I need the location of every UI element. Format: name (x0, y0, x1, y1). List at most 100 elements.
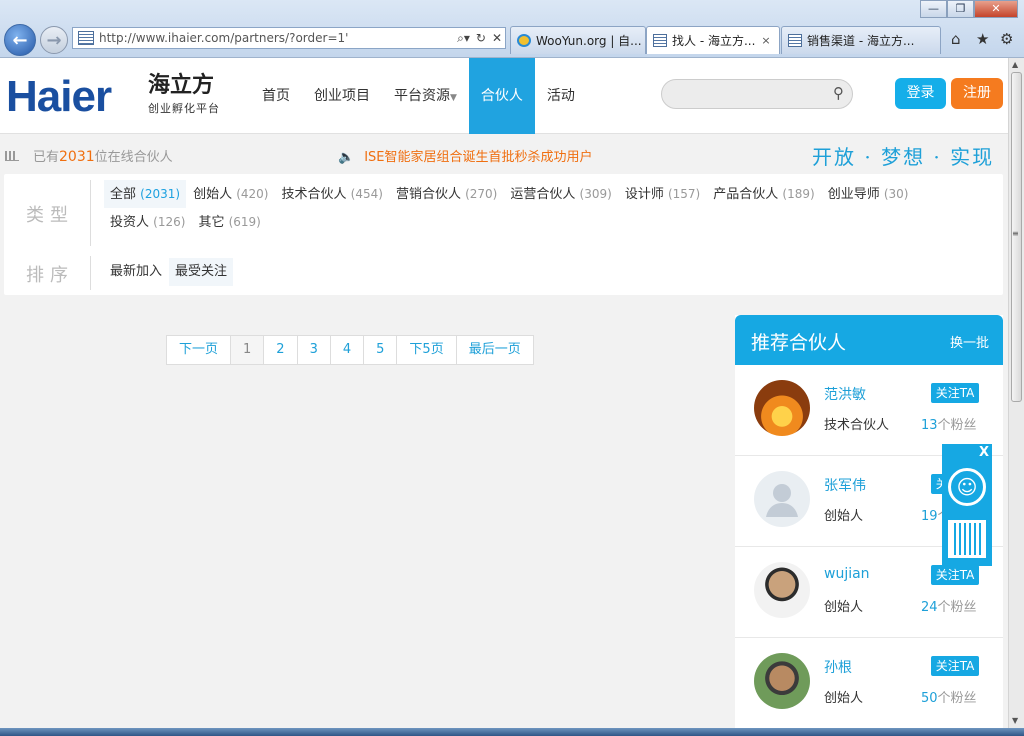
tab-label: 销售渠道 - 海立方... (807, 34, 915, 48)
partner-name[interactable]: 张军伟 (824, 475, 866, 495)
fans-number: 13 (921, 418, 938, 433)
arrow-left-icon: ← (12, 29, 28, 51)
avatar[interactable] (754, 471, 810, 527)
caret-down-icon: ▼ (450, 93, 457, 103)
nav-partners[interactable]: 合伙人 (468, 58, 535, 134)
site-header: Haier 海立方 创业孵化平台 首页 创业项目 平台资源▼ 合伙人 活动 ⚲ … (0, 58, 1008, 134)
type-filter-item[interactable]: 创业导师 (30) (822, 180, 915, 208)
online-count: 已有2031位在线合伙人 (5, 146, 173, 165)
windows-taskbar (0, 728, 1024, 736)
type-filter-item[interactable]: 营销合伙人 (270) (390, 180, 503, 208)
fans-count: 13个粉丝 (921, 414, 977, 433)
follow-button[interactable]: 关注TA (931, 656, 979, 676)
type-filter-count: (270) (465, 187, 498, 201)
tab-close-icon[interactable]: × (761, 34, 770, 47)
close-widget-button[interactable]: X (976, 444, 992, 462)
grip-icon: ≡ (1012, 229, 1019, 238)
page-5[interactable]: 5 (364, 336, 398, 364)
type-filter-item[interactable]: 产品合伙人 (189) (707, 180, 820, 208)
fans-suffix: 个粉丝 (937, 418, 977, 433)
tab-sales-channel[interactable]: 销售渠道 - 海立方... (781, 26, 941, 54)
page-1[interactable]: 1 (231, 336, 265, 364)
nav-resources[interactable]: 平台资源▼ (382, 58, 469, 134)
tab-find-people[interactable]: 找人 - 海立方... × (646, 26, 780, 54)
page-2[interactable]: 2 (264, 336, 298, 364)
default-user-icon (766, 484, 798, 517)
scroll-up-icon[interactable]: ▲ (1012, 60, 1018, 69)
last-page-button[interactable]: 最后一页 (457, 336, 533, 364)
tab-wooyun[interactable]: WooYun.org | 自... (510, 26, 646, 54)
forward-button[interactable]: → (40, 26, 68, 54)
nav-events[interactable]: 活动 (535, 58, 587, 134)
next-page-button[interactable]: 下一页 (167, 336, 232, 364)
partner-role: 创始人 (824, 509, 864, 524)
online-number: 2031 (59, 149, 95, 165)
page-3[interactable]: 3 (298, 336, 331, 364)
type-filter-count: (157) (667, 187, 701, 201)
partner-name[interactable]: 范洪敏 (824, 384, 866, 404)
address-bar[interactable]: http://www.ihaier.com/partners/?order=1'… (72, 27, 506, 49)
refresh-batch-button[interactable]: 换一批 (950, 332, 989, 351)
back-button[interactable]: ← (4, 24, 36, 56)
home-icon[interactable]: ⌂ (951, 30, 961, 48)
type-filter-item[interactable]: 全部 (2031) (104, 180, 187, 208)
avatar[interactable] (754, 562, 810, 618)
avatar[interactable] (754, 380, 810, 436)
stop-icon[interactable]: ✕ (489, 31, 505, 45)
partner-role: 技术合伙人 (824, 418, 890, 433)
search-dropdown-icon[interactable]: ⌕▾ (454, 31, 473, 46)
next-5-pages-button[interactable]: 下5页 (397, 336, 457, 364)
minimize-button[interactable]: — (920, 0, 947, 18)
speaker-icon: 🔈 (338, 150, 355, 165)
type-filter-count: (189) (782, 187, 815, 201)
type-filter-name: 营销合伙人 (395, 187, 461, 202)
partner-card[interactable]: 孙根 创始人 关注TA 50个粉丝 (735, 638, 1003, 729)
pagination: 下一页 1 2 3 4 5 下5页 最后一页 (166, 335, 534, 365)
type-filter-item[interactable]: 投资人 (126) (104, 208, 191, 236)
news-text[interactable]: ISE智能家居组合诞生首批秒杀成功用户 (364, 150, 592, 165)
nav-home[interactable]: 首页 (250, 58, 302, 134)
refresh-icon[interactable]: ↻ (473, 31, 489, 45)
fans-suffix: 个粉丝 (937, 600, 977, 615)
sort-most-followed[interactable]: 最受关注 (169, 258, 234, 286)
type-filter-item[interactable]: 技术合伙人 (454) (276, 180, 389, 208)
bar-chart-icon (5, 151, 19, 161)
type-filter-item[interactable]: 运营合伙人 (309) (504, 180, 617, 208)
sort-newest[interactable]: 最新加入 (104, 258, 168, 286)
page-4[interactable]: 4 (331, 336, 365, 364)
search-input[interactable]: ⚲ (661, 79, 853, 109)
follow-button[interactable]: 关注TA (931, 383, 979, 403)
status-bar: 已有2031位在线合伙人 🔈 ISE智能家居组合诞生首批秒杀成功用户 开放 · 梦… (0, 134, 1008, 174)
maximize-button[interactable]: ❐ (947, 0, 974, 18)
url-text[interactable]: http://www.ihaier.com/partners/?order=1' (99, 31, 454, 45)
news-ticker[interactable]: 🔈 ISE智能家居组合诞生首批秒杀成功用户 (338, 146, 593, 165)
settings-gear-icon[interactable]: ⚙ (1000, 30, 1013, 48)
partner-name[interactable]: wujian (824, 566, 870, 582)
type-label: 类型 (26, 205, 74, 226)
web-page: Haier 海立方 创业孵化平台 首页 创业项目 平台资源▼ 合伙人 活动 ⚲ … (0, 58, 1008, 736)
main-nav: 首页 创业项目 平台资源▼ 合伙人 活动 (250, 58, 587, 134)
sort-list: 最新加入 最受关注 (104, 258, 993, 286)
haier-logo[interactable]: Haier (6, 72, 112, 122)
type-filter-item[interactable]: 创始人 (420) (187, 180, 274, 208)
search-icon[interactable]: ⚲ (833, 84, 844, 102)
partner-card[interactable]: 范洪敏技术合伙人 关注TA 13个粉丝 (735, 365, 1003, 456)
register-button[interactable]: 注册 (951, 78, 1003, 109)
partner-name[interactable]: 孙根 (824, 657, 852, 677)
page-favicon-icon (78, 31, 94, 45)
favorites-star-icon[interactable]: ★ (976, 30, 989, 48)
fans-number: 19 (921, 509, 938, 524)
floating-service-widget[interactable]: X ☺ (942, 444, 992, 566)
nav-projects[interactable]: 创业项目 (302, 58, 382, 134)
close-window-button[interactable]: ✕ (974, 0, 1018, 18)
follow-button[interactable]: 关注TA (931, 565, 979, 585)
type-filter-item[interactable]: 设计师 (157) (619, 180, 706, 208)
scroll-down-icon[interactable]: ▼ (1012, 716, 1018, 725)
smiley-service-icon[interactable]: ☺ (948, 468, 986, 506)
page-icon (653, 34, 667, 47)
vertical-scrollbar[interactable]: ▲ ≡ ▼ (1008, 58, 1024, 728)
type-filter-item[interactable]: 其它 (619) (192, 208, 266, 236)
avatar[interactable] (754, 653, 810, 709)
fans-number: 50 (921, 691, 938, 706)
login-button[interactable]: 登录 (895, 78, 946, 109)
